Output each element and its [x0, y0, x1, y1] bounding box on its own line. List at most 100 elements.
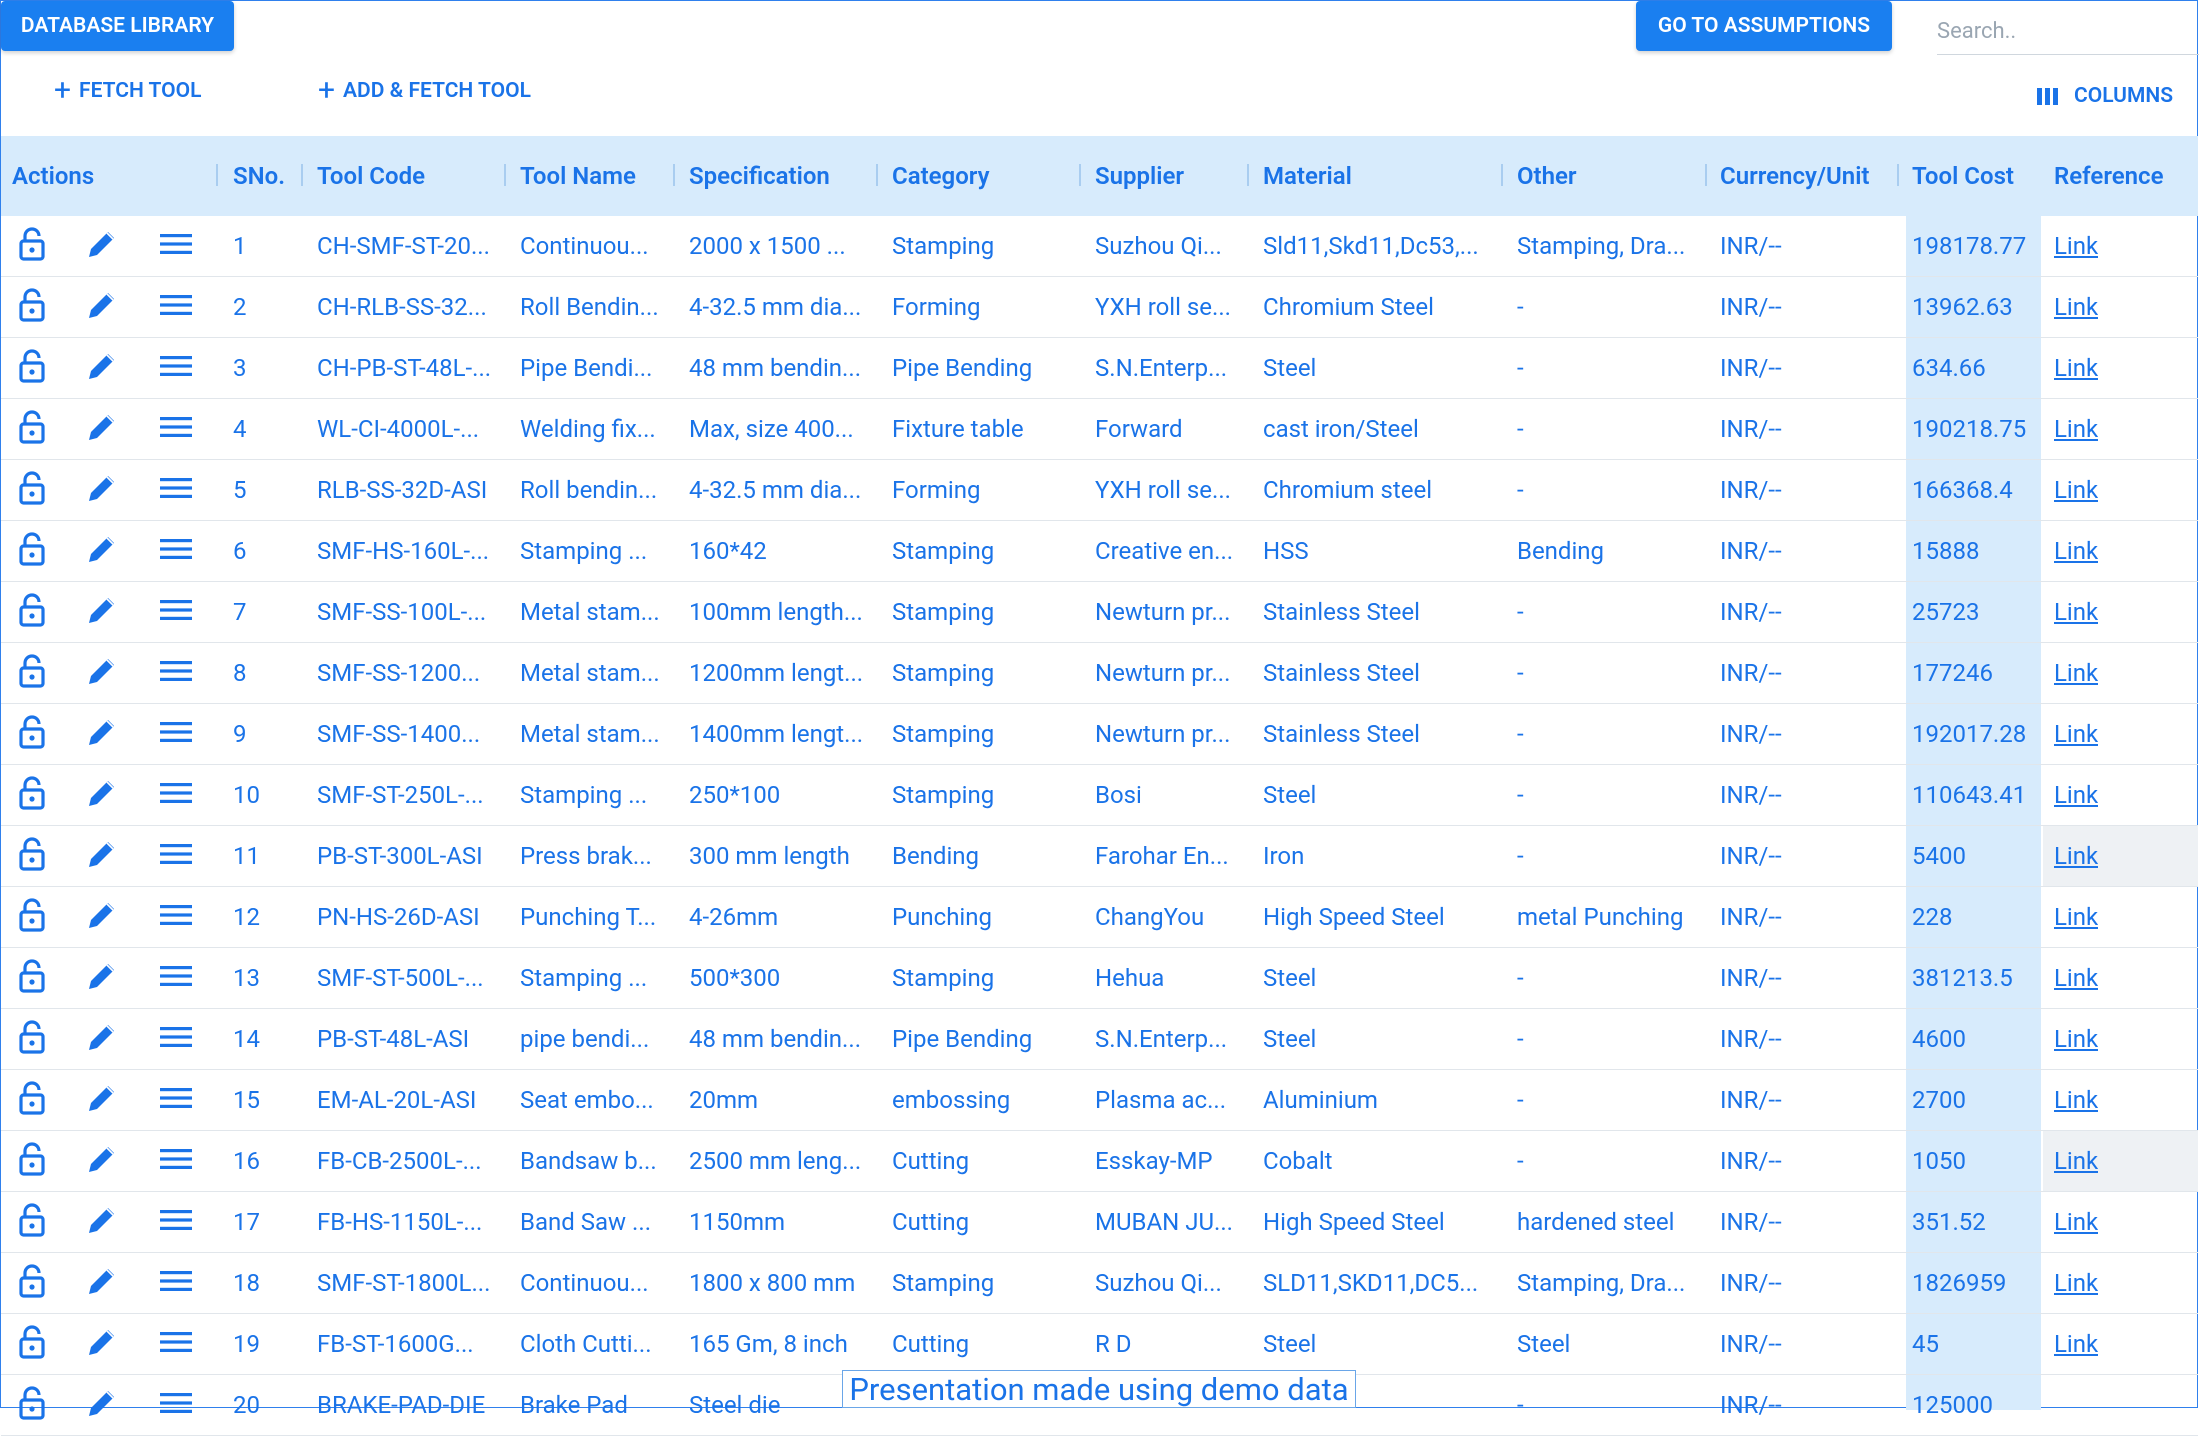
reference-link[interactable]: Link — [2054, 1192, 2098, 1252]
reference-link[interactable]: Link — [2054, 887, 2098, 947]
reference-link[interactable]: Link — [2054, 765, 2098, 825]
menu-icon[interactable] — [159, 1086, 193, 1114]
go-to-assumptions-button[interactable]: GO TO ASSUMPTIONS — [1636, 1, 1892, 51]
edit-pencil-icon[interactable] — [85, 410, 119, 448]
edit-pencil-icon[interactable] — [85, 715, 119, 753]
reference-link[interactable]: Link — [2054, 277, 2098, 337]
database-library-button[interactable]: DATABASE LIBRARY — [1, 1, 234, 51]
table-row[interactable]: 1 CH-SMF-ST-20... Continuou... 2000 x 1500 … — [1, 216, 2198, 277]
reference-link[interactable]: Link — [2054, 1131, 2098, 1191]
unlock-icon[interactable] — [16, 714, 48, 754]
edit-pencil-icon[interactable] — [85, 1081, 119, 1119]
column-header-tool-code[interactable]: Tool Code — [317, 136, 425, 216]
menu-icon[interactable] — [159, 1208, 193, 1236]
table-row[interactable]: 7 SMF-SS-100L-... Metal stam... 100mm lengt… — [1, 582, 2198, 643]
column-header-material[interactable]: Material — [1263, 136, 1352, 216]
menu-icon[interactable] — [159, 903, 193, 931]
column-header-supplier[interactable]: Supplier — [1095, 136, 1184, 216]
search-input[interactable] — [1937, 8, 2199, 54]
unlock-icon[interactable] — [16, 1019, 48, 1059]
unlock-icon[interactable] — [16, 836, 48, 876]
edit-pencil-icon[interactable] — [85, 1203, 119, 1241]
column-divider[interactable] — [1897, 164, 1899, 186]
menu-icon[interactable] — [159, 781, 193, 809]
menu-icon[interactable] — [159, 659, 193, 687]
column-header-reference[interactable]: Reference — [2054, 136, 2164, 216]
edit-pencil-icon[interactable] — [85, 471, 119, 509]
add-fetch-tool-button[interactable]: + ADD & FETCH TOOL — [318, 75, 531, 107]
edit-pencil-icon[interactable] — [85, 1386, 119, 1424]
column-header-sno[interactable]: SNo. — [233, 136, 285, 216]
unlock-icon[interactable] — [16, 1080, 48, 1120]
reference-link[interactable]: Link — [2054, 643, 2098, 703]
table-row[interactable]: 6 SMF-HS-160L-... Stamping ... 160*42 Stampi… — [1, 521, 2198, 582]
reference-link[interactable]: Link — [2054, 216, 2098, 276]
unlock-icon[interactable] — [16, 287, 48, 327]
column-divider[interactable] — [1079, 164, 1081, 186]
table-row[interactable]: 16 FB-CB-2500L-... Bandsaw b... 2500 mm len… — [1, 1131, 2198, 1192]
edit-pencil-icon[interactable] — [85, 593, 119, 631]
edit-pencil-icon[interactable] — [85, 1142, 119, 1180]
menu-icon[interactable] — [159, 1147, 193, 1175]
reference-link[interactable]: Link — [2054, 1314, 2098, 1374]
reference-link[interactable]: Link — [2054, 399, 2098, 459]
table-row[interactable]: 14 PB-ST-48L-ASI pipe bendi... 48 mm bendin… — [1, 1009, 2198, 1070]
menu-icon[interactable] — [159, 842, 193, 870]
menu-icon[interactable] — [159, 1330, 193, 1358]
reference-link[interactable]: Link — [2054, 948, 2098, 1008]
column-header-specification[interactable]: Specification — [689, 136, 830, 216]
edit-pencil-icon[interactable] — [85, 776, 119, 814]
unlock-icon[interactable] — [16, 470, 48, 510]
edit-pencil-icon[interactable] — [85, 1264, 119, 1302]
table-row[interactable]: 8 SMF-SS-1200... Metal stam... 1200mm lengt… — [1, 643, 2198, 704]
unlock-icon[interactable] — [16, 1385, 48, 1425]
unlock-icon[interactable] — [16, 775, 48, 815]
column-divider[interactable] — [673, 164, 675, 186]
column-divider[interactable] — [1501, 164, 1503, 186]
reference-link[interactable]: Link — [2054, 1253, 2098, 1313]
edit-pencil-icon[interactable] — [85, 1325, 119, 1363]
reference-link[interactable]: Link — [2054, 460, 2098, 520]
unlock-icon[interactable] — [16, 226, 48, 266]
table-row[interactable]: 13 SMF-ST-500L-... Stamping ... 500*300 Stam… — [1, 948, 2198, 1009]
table-row[interactable]: 12 PN-HS-26D-ASI Punching T... 4-26mm Punchi… — [1, 887, 2198, 948]
column-divider[interactable] — [301, 164, 303, 186]
edit-pencil-icon[interactable] — [85, 654, 119, 692]
reference-link[interactable]: Link — [2054, 338, 2098, 398]
unlock-icon[interactable] — [16, 1202, 48, 1242]
table-row[interactable]: 4 WL-CI-4000L-... Welding fix... Max, size … — [1, 399, 2198, 460]
table-row[interactable]: 5 RLB-SS-32D-ASI Roll bendin... 4-32.5 mm d… — [1, 460, 2198, 521]
edit-pencil-icon[interactable] — [85, 898, 119, 936]
edit-pencil-icon[interactable] — [85, 1020, 119, 1058]
column-header-tool-cost[interactable]: Tool Cost — [1912, 136, 2014, 216]
table-row[interactable]: 10 SMF-ST-250L-... Stamping ... 250*100 Stam… — [1, 765, 2198, 826]
unlock-icon[interactable] — [16, 409, 48, 449]
reference-link[interactable]: Link — [2054, 1070, 2098, 1130]
menu-icon[interactable] — [159, 537, 193, 565]
column-header-category[interactable]: Category — [892, 136, 990, 216]
reference-link[interactable]: Link — [2054, 582, 2098, 642]
table-row[interactable]: 18 SMF-ST-1800L... Continuou... 1800 x 800 … — [1, 1253, 2198, 1314]
table-row[interactable]: 11 PB-ST-300L-ASI Press brak... 300 mm leng… — [1, 826, 2198, 887]
column-header-other[interactable]: Other — [1517, 136, 1577, 216]
menu-icon[interactable] — [159, 1391, 193, 1419]
edit-pencil-icon[interactable] — [85, 227, 119, 265]
edit-pencil-icon[interactable] — [85, 349, 119, 387]
columns-button[interactable]: COLUMNS — [2037, 80, 2173, 112]
unlock-icon[interactable] — [16, 348, 48, 388]
menu-icon[interactable] — [159, 720, 193, 748]
menu-icon[interactable] — [159, 964, 193, 992]
edit-pencil-icon[interactable] — [85, 288, 119, 326]
unlock-icon[interactable] — [16, 653, 48, 693]
table-row[interactable]: 17 FB-HS-1150L-... Band Saw ... 1150mm Cutti… — [1, 1192, 2198, 1253]
edit-pencil-icon[interactable] — [85, 532, 119, 570]
unlock-icon[interactable] — [16, 1324, 48, 1364]
reference-link[interactable]: Link — [2054, 1009, 2098, 1069]
column-divider[interactable] — [216, 164, 218, 186]
column-header-tool-name[interactable]: Tool Name — [520, 136, 636, 216]
menu-icon[interactable] — [159, 476, 193, 504]
menu-icon[interactable] — [159, 1269, 193, 1297]
table-row[interactable]: 3 CH-PB-ST-48L-... Pipe Bendi... 48 mm bend… — [1, 338, 2198, 399]
menu-icon[interactable] — [159, 293, 193, 321]
menu-icon[interactable] — [159, 598, 193, 626]
